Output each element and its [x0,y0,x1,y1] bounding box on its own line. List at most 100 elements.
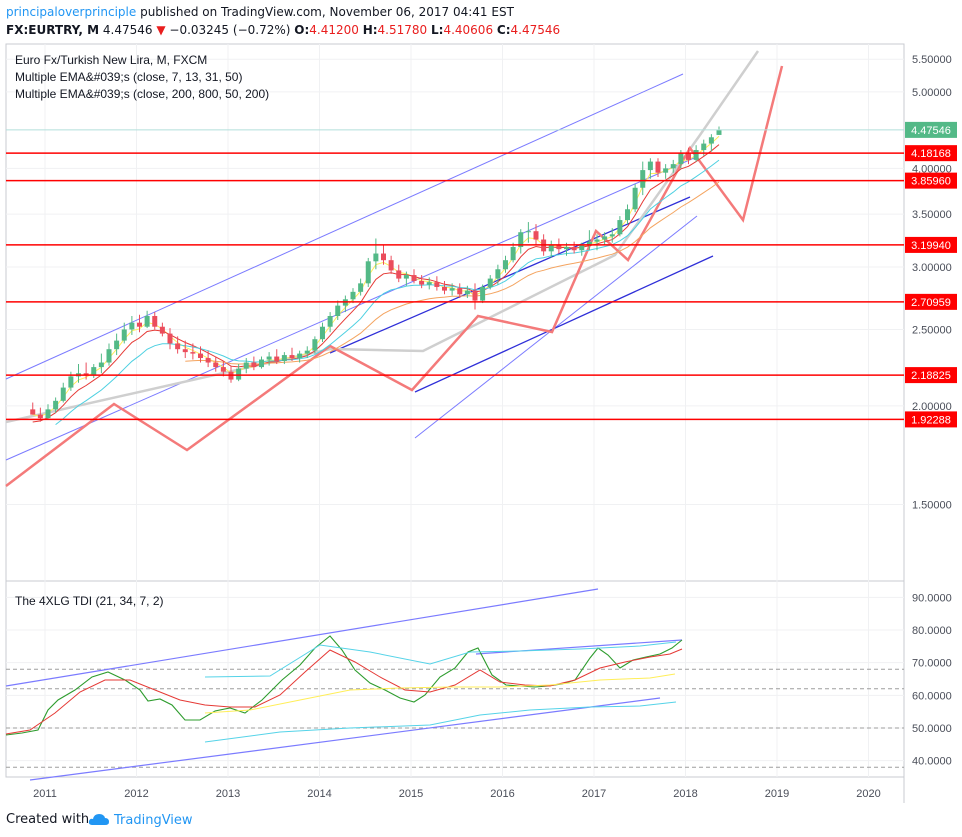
candle-body [60,387,66,401]
time-tick-label: 2019 [765,788,789,800]
candle-body [495,269,501,279]
candle-body [68,376,74,388]
candle-body [350,291,356,300]
candle-body [159,326,165,334]
last-price-label: 4.47546 [911,125,951,137]
candle-body [480,286,486,301]
candle-body [190,352,196,354]
candle-body [205,358,211,363]
tdi-tick-label: 90.0000 [912,592,952,604]
candle-body [449,288,455,291]
candle-body [358,283,364,292]
candle-body [403,275,409,279]
candle-body [182,349,188,353]
tdi-pane[interactable] [5,580,905,778]
candle-body [320,326,325,340]
candle-body [419,280,425,285]
candle-body [121,329,127,341]
candle-body [678,153,684,165]
symbol-label: FX:EURTRY, M [6,23,100,37]
level-price-label: 1.92288 [911,414,951,426]
price-chart[interactable]: 1.500002.000002.500003.000003.500004.000… [0,40,962,803]
change-down-icon: ▼ [156,23,166,37]
candle-body [243,362,249,369]
candle-body [53,400,59,410]
candle-body [251,362,257,368]
candle-body [457,288,463,295]
candle-body [91,367,97,375]
candle-body [175,343,181,350]
candle-body [525,231,531,233]
candle-body [647,161,653,171]
time-tick-label: 2016 [490,788,514,800]
candle-body [144,316,150,327]
candle-body [503,260,508,270]
main-pane[interactable] [5,43,905,582]
time-tick-label: 2012 [124,788,148,800]
legend-line-2: Multiple EMA&#039;s (close, 7, 13, 31, 5… [15,70,242,84]
published-text: published on TradingView.com, November 0… [140,5,514,19]
candle-body [663,168,669,173]
candle-body [304,350,310,354]
candle-body [37,414,43,419]
candle-body [564,246,569,250]
candle-body [434,282,440,287]
candle-body [571,246,577,251]
candle-body [152,316,158,327]
time-tick-label: 2017 [582,788,606,800]
candle-body [213,362,219,368]
candle-body [388,260,394,271]
tdi-tick-label: 70.0000 [912,658,952,670]
candle-body [45,409,51,419]
candle-body [426,282,432,285]
candle-body [365,261,371,284]
candle-body [594,239,600,242]
candle-body [266,356,272,360]
candle-body [259,359,264,368]
candle-body [335,305,341,317]
time-tick-label: 2015 [399,788,423,800]
tradingview-logo[interactable]: TradingView [88,812,193,828]
price-tick-label: 5.50000 [912,54,952,66]
candle-body [198,353,203,359]
candle-body [510,246,516,261]
candle-body [396,270,402,279]
open-value: 4.41200 [309,23,359,37]
candle-body [411,275,417,281]
candle-body [464,290,470,295]
candle-body [30,409,36,415]
candle-body [632,187,638,210]
level-price-label: 2.18825 [911,370,951,382]
tradingview-brand: TradingView [114,813,193,828]
author-link[interactable]: principaloverprinciple [6,5,136,19]
candle-body [442,286,447,291]
time-tick-label: 2013 [216,788,240,800]
tdi-tick-label: 40.0000 [912,756,952,768]
candle-body [129,322,135,330]
created-with-text: Created with [6,812,90,827]
candle-body [106,349,112,363]
price-tick-label: 5.00000 [912,87,952,99]
candle-body [670,164,676,169]
price-tick-label: 3.50000 [912,209,952,221]
candle-body [373,253,379,262]
time-tick-label: 2018 [673,788,697,800]
candle-body [312,339,318,351]
candle-body [274,356,280,362]
level-price-label: 3.19940 [911,240,951,252]
price-tick-label: 2.00000 [912,401,952,413]
candle-body [137,322,142,327]
last-price: 4.47546 [102,23,153,37]
candle-body [533,231,539,240]
candle-body [686,153,691,160]
low-label: L: [431,23,444,37]
close-value: 4.47546 [510,23,561,37]
candle-body [297,353,303,359]
candle-body [625,209,630,221]
tdi-tick-label: 60.0000 [912,690,952,702]
candle-body [617,220,623,235]
close-label: C: [496,23,511,37]
tdi-tick-label: 80.0000 [912,625,952,637]
cloud-icon [88,814,109,825]
time-tick-label: 2011 [33,788,57,800]
